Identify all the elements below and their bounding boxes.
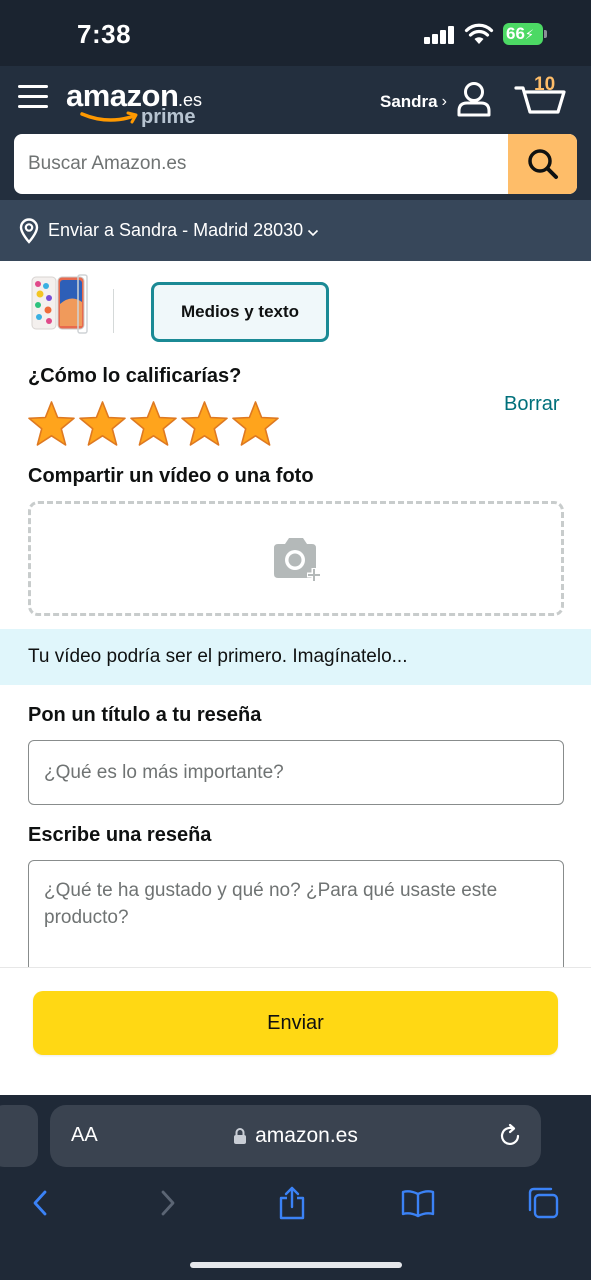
- lock-icon: [234, 1128, 247, 1144]
- review-title-input[interactable]: [28, 740, 564, 805]
- rating-question: ¿Cómo lo calificarías?: [28, 365, 242, 387]
- clear-rating-link[interactable]: Borrar: [504, 393, 560, 416]
- forward-button[interactable]: [148, 1183, 188, 1223]
- search-button[interactable]: [508, 134, 577, 194]
- forward-icon: [161, 1190, 175, 1216]
- star-rating: [26, 400, 281, 448]
- back-button[interactable]: [20, 1183, 60, 1223]
- home-indicator: [190, 1262, 402, 1268]
- search-box: [14, 134, 577, 194]
- star-2-icon[interactable]: [77, 400, 128, 448]
- star-3-icon[interactable]: [128, 400, 179, 448]
- previous-tab-preview[interactable]: [0, 1105, 38, 1167]
- location-pin-icon: [19, 217, 39, 244]
- amazon-logo[interactable]: amazon .es prime: [66, 78, 206, 128]
- video-promo-text: Tu vídeo podría ser el primero. Imagínat…: [28, 646, 408, 667]
- user-icon[interactable]: [455, 80, 493, 118]
- cart-count: 10: [534, 74, 556, 95]
- battery-tip: [544, 30, 547, 38]
- share-media-title: Compartir un vídeo o una foto: [28, 465, 314, 487]
- add-photo-camera-icon: [274, 538, 321, 582]
- tabs-button[interactable]: [523, 1183, 563, 1223]
- status-time: 7:38: [77, 19, 132, 49]
- account-link[interactable]: Sandra ›: [380, 86, 447, 118]
- back-icon: [33, 1190, 47, 1216]
- cellular-signal-icon: [424, 26, 456, 44]
- amazon-header: amazon .es prime Sandra › 10: [0, 66, 591, 200]
- delivery-location-bar[interactable]: Enviar a Sandra - Madrid 28030: [0, 200, 591, 261]
- media-upload-zone[interactable]: [28, 501, 564, 616]
- delivery-text: Enviar a Sandra - Madrid 28030: [48, 220, 304, 240]
- bookmarks-button[interactable]: [398, 1183, 438, 1223]
- reload-icon[interactable]: [497, 1123, 523, 1149]
- account-name: Sandra: [380, 92, 438, 111]
- battery-indicator: 66⚡: [503, 23, 543, 45]
- share-button[interactable]: [272, 1183, 312, 1223]
- account-chevron: ›: [441, 93, 447, 110]
- wifi-icon: [464, 23, 494, 44]
- cart-button[interactable]: 10: [514, 74, 568, 120]
- share-icon: [279, 1186, 305, 1220]
- star-4-icon[interactable]: [179, 400, 230, 448]
- bookmarks-icon: [401, 1190, 435, 1218]
- text-size-button[interactable]: AA: [71, 1124, 98, 1147]
- status-bar: 7:38 66⚡: [0, 0, 591, 66]
- url-text: amazon.es: [255, 1124, 358, 1147]
- safari-toolbar: [0, 1183, 591, 1223]
- text-size-label: AA: [71, 1124, 98, 1146]
- submit-panel: Enviar: [0, 967, 591, 1095]
- logo-prime: prime: [141, 106, 196, 128]
- url-container: amazon.es: [50, 1105, 541, 1167]
- safari-bottom-bar: amazon.es AA: [0, 1095, 591, 1280]
- star-5-icon[interactable]: [230, 400, 281, 448]
- chevron-down-icon: [308, 229, 319, 236]
- search-icon: [527, 149, 558, 179]
- search-input[interactable]: [14, 134, 508, 194]
- logo-smile-icon: [80, 111, 138, 124]
- thumbnail-divider: [113, 289, 114, 333]
- star-1-icon[interactable]: [26, 400, 77, 448]
- product-thumbnail[interactable]: [30, 274, 90, 334]
- menu-icon[interactable]: [18, 85, 48, 109]
- submit-button[interactable]: Enviar: [33, 991, 558, 1055]
- review-body-label: Escribe una reseña: [28, 824, 212, 846]
- video-promo-banner: Tu vídeo podría ser el primero. Imagínat…: [0, 629, 591, 685]
- battery-level: 66: [506, 24, 525, 43]
- tabs-icon: [528, 1187, 559, 1219]
- review-title-label: Pon un título a tu reseña: [28, 704, 262, 726]
- address-bar[interactable]: amazon.es AA: [50, 1105, 541, 1167]
- tab-media-and-text[interactable]: Medios y texto: [151, 282, 329, 342]
